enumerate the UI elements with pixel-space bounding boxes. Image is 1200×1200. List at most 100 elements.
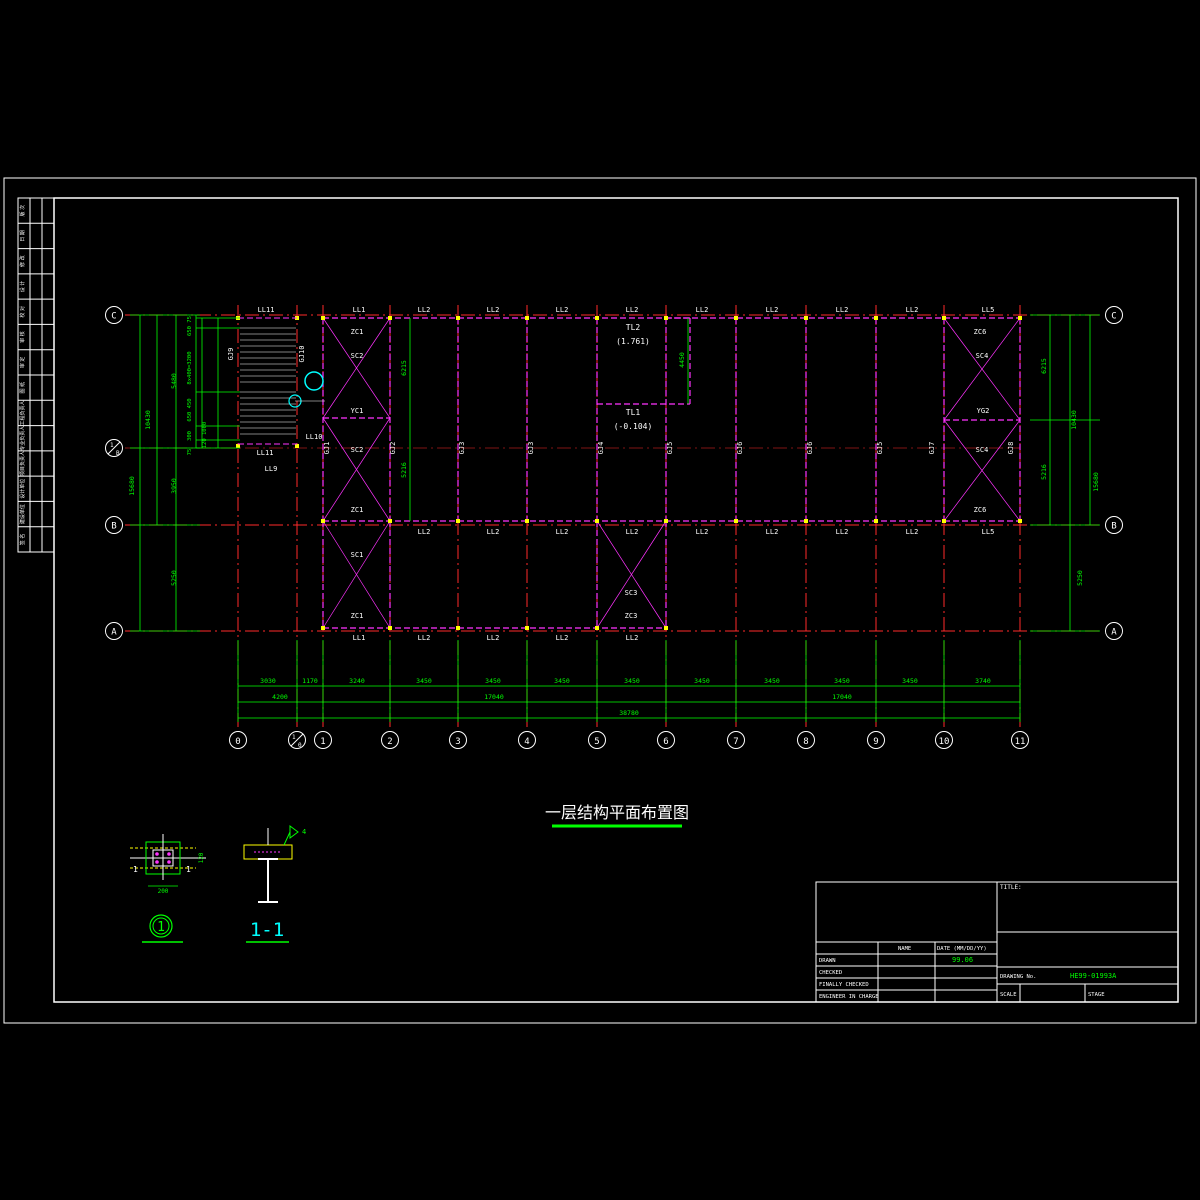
dim-text: 3740	[975, 677, 991, 685]
dim-text: 5250	[1076, 570, 1084, 586]
bracing-label: SC4	[976, 352, 989, 360]
beam-label: LL5	[982, 306, 995, 314]
bracing-label: ZC6	[974, 506, 987, 514]
column-mark	[595, 519, 599, 523]
dim-text: 3450	[624, 677, 640, 685]
dim-text: 8x400=3200	[187, 351, 193, 384]
column-mark	[1018, 519, 1022, 523]
tl2-elev: (1.761)	[616, 337, 650, 346]
grid-aux-den: 0	[298, 742, 302, 749]
engineer-label: ENGINEER IN CHARGE	[819, 994, 879, 1000]
grid-label-col: 11	[1015, 737, 1026, 747]
strip-label: 修 改	[19, 255, 26, 267]
dim-text: 3240	[349, 677, 365, 685]
beam-label: LL2	[487, 528, 500, 536]
beam-label: LL2	[626, 306, 639, 314]
beam-label: LL1	[353, 306, 366, 314]
scale-label: SCALE	[1000, 992, 1017, 998]
beam-label: LL2	[626, 634, 639, 642]
beam-label: LL2	[487, 306, 500, 314]
column-mark	[595, 626, 599, 630]
beam-label: LL2	[418, 634, 431, 642]
detail-bolt	[155, 852, 159, 856]
grid-label-A: A	[111, 628, 117, 638]
column-mark	[1018, 316, 1022, 320]
strip-label: 建设单位	[19, 504, 26, 524]
weld-tag: 4	[302, 828, 306, 836]
beam-label: LL2	[836, 306, 849, 314]
dim-text: 6215	[400, 360, 408, 376]
drawing-canvas: 版 次日 期修 改设 计校 对审 核审 定图 纸工程负责人专业负责人项目负责人设…	[3, 177, 1197, 1024]
grid-label-col: 3	[455, 737, 460, 747]
bracing-label: ZC1	[351, 506, 364, 514]
strip-label: 校 对	[19, 306, 26, 318]
beam-label: LL2	[696, 528, 709, 536]
column-mark	[664, 316, 668, 320]
grid-label-A: A	[1111, 628, 1117, 638]
grid-label-col: 6	[663, 737, 668, 747]
dim-text: 120 1000	[202, 422, 208, 449]
title-block: TITLE: NAME DATE (MM/DD/YY) DRAWN 99.06 …	[815, 881, 1179, 1003]
column-mark	[734, 316, 738, 320]
dim-text: 15680	[1092, 472, 1100, 492]
column-mark	[321, 316, 325, 320]
beam-label: LL2	[906, 306, 919, 314]
beam-label: LL2	[626, 528, 639, 536]
beam-label: LL2	[487, 634, 500, 642]
frame-label: GJ5	[666, 442, 674, 455]
grid-aux-den: B	[116, 450, 120, 457]
beam-label: LL10	[306, 433, 323, 441]
strip-label: 项目负责人	[19, 451, 26, 476]
drawn-label: DRAWN	[819, 958, 836, 964]
dim-text: 3450	[764, 677, 780, 685]
bracing-label: SC1	[351, 551, 364, 559]
grid-label-col: 8	[803, 737, 808, 747]
strip-label: 设计单位	[19, 479, 26, 499]
detail-1-label: 1	[157, 920, 165, 935]
dim-text: 17040	[832, 693, 852, 701]
drawing-no-label: DRAWING No.	[1000, 974, 1036, 980]
tl1-elev: (-0.104)	[614, 422, 653, 431]
beam-label: LL2	[766, 306, 779, 314]
strip-label: 日 期	[20, 230, 26, 242]
grid-label-col: 2	[387, 737, 392, 747]
column-mark	[388, 316, 392, 320]
dim-text: 10430	[144, 410, 152, 430]
frame-label: GJ3	[527, 442, 535, 455]
tl1-label: TL1	[626, 408, 641, 417]
column-mark	[595, 316, 599, 320]
column-mark	[388, 519, 392, 523]
bracing-label: ZC6	[974, 328, 987, 336]
dim-text: 3450	[554, 677, 570, 685]
strip-label: 审 定	[19, 357, 26, 369]
beam-label: LL2	[556, 528, 569, 536]
bracing-label: ZC1	[351, 612, 364, 620]
drawing-title: 一层结构平面布置图	[545, 803, 689, 822]
date-col: DATE (MM/DD/YY)	[937, 946, 987, 952]
column-mark	[456, 626, 460, 630]
dim-text: 1170	[302, 677, 318, 685]
column-mark	[456, 519, 460, 523]
dim-text: 4450	[678, 352, 686, 368]
detail-cut: 1	[133, 865, 138, 874]
frame-label: GJ10	[298, 346, 306, 363]
column-mark	[874, 316, 878, 320]
outer-frame	[3, 177, 1197, 1024]
column-mark	[321, 519, 325, 523]
grid-label-col: 1	[320, 737, 325, 747]
beam-label: LL2	[418, 306, 431, 314]
grid-aux-num: 1	[110, 442, 114, 449]
dim-text: 6215	[1040, 358, 1048, 374]
detail-bolt	[167, 860, 171, 864]
column-mark	[734, 519, 738, 523]
column-mark	[942, 519, 946, 523]
column-mark	[525, 519, 529, 523]
beam-label: LL2	[906, 528, 919, 536]
bracing-label: SC4	[976, 446, 989, 454]
title-label: TITLE:	[1000, 884, 1022, 891]
beam-label: LL9	[265, 465, 278, 473]
details: 200 1 1 120 1 4 1-1	[130, 825, 306, 943]
column-mark	[804, 519, 808, 523]
finally-checked-label: FINALLY CHECKED	[819, 982, 869, 988]
bracing-label: ZC1	[351, 328, 364, 336]
